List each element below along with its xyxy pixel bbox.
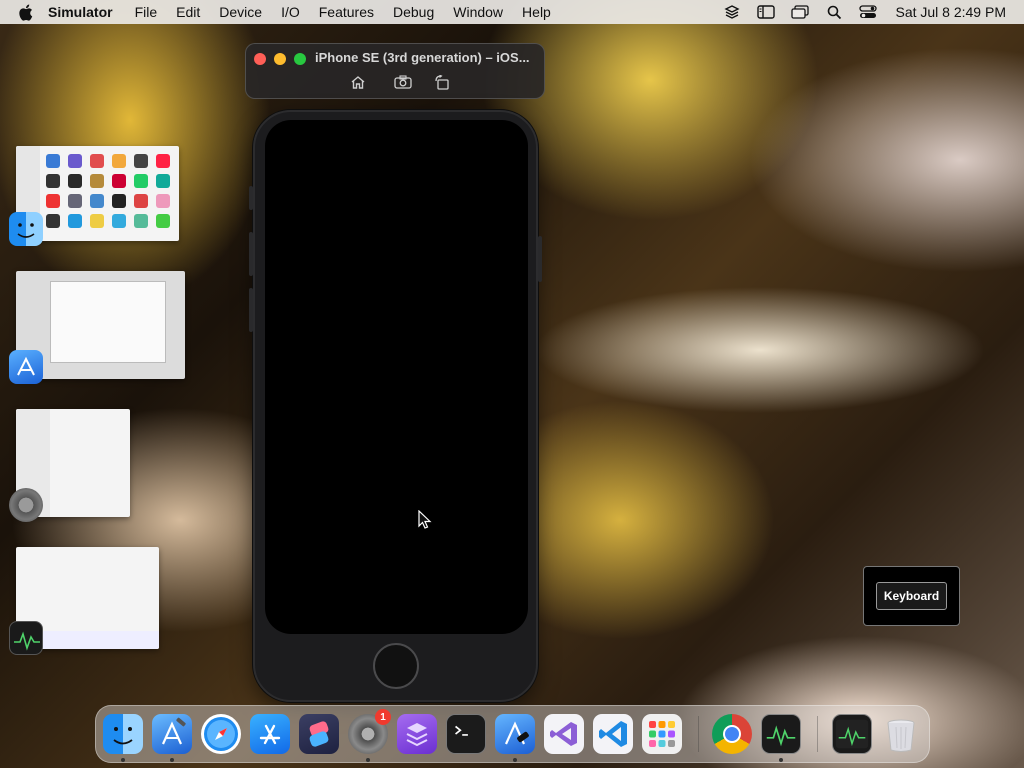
app-grid bbox=[46, 154, 172, 228]
volume-up-button[interactable] bbox=[249, 232, 253, 276]
simulator-title: iPhone SE (3rd generation) – iOS... bbox=[315, 50, 530, 65]
dock-app-store[interactable] bbox=[250, 714, 290, 754]
menu-clock[interactable]: Sat Jul 8 2:49 PM bbox=[895, 4, 1006, 20]
mouse-cursor-icon bbox=[418, 510, 432, 529]
power-button[interactable] bbox=[538, 236, 542, 282]
volume-down-button[interactable] bbox=[249, 288, 253, 332]
window-stack-icon[interactable] bbox=[791, 4, 810, 20]
close-button[interactable] bbox=[254, 53, 266, 65]
dock-running-dot bbox=[170, 758, 174, 762]
control-center-icon[interactable] bbox=[859, 4, 878, 20]
dock-simulator-app[interactable] bbox=[397, 714, 437, 754]
dock-terminal[interactable] bbox=[446, 714, 486, 754]
dock-shortcuts[interactable] bbox=[299, 714, 339, 754]
dock-activity-monitor-minimized[interactable] bbox=[832, 714, 872, 754]
iphone-device bbox=[249, 110, 542, 702]
dock-vscode[interactable] bbox=[593, 714, 633, 754]
menu-io[interactable]: I/O bbox=[281, 4, 300, 20]
sidebar-icon[interactable] bbox=[757, 4, 776, 20]
menu-window[interactable]: Window bbox=[453, 4, 503, 20]
dock-finder[interactable] bbox=[103, 714, 143, 754]
menu-edit[interactable]: Edit bbox=[176, 4, 200, 20]
menu-debug[interactable]: Debug bbox=[393, 4, 434, 20]
notification-badge: 1 bbox=[375, 709, 391, 725]
menu-device[interactable]: Device bbox=[219, 4, 262, 20]
xcode-dialog bbox=[50, 281, 166, 363]
dock-running-dot bbox=[513, 758, 517, 762]
menu-help[interactable]: Help bbox=[522, 4, 551, 20]
dock-google-chrome[interactable] bbox=[712, 714, 752, 754]
stacks-icon[interactable] bbox=[723, 4, 741, 20]
dock-separator bbox=[817, 716, 818, 752]
finder-icon[interactable] bbox=[9, 212, 43, 246]
dock-safari[interactable] bbox=[201, 714, 241, 754]
menu-features[interactable]: Features bbox=[319, 4, 374, 20]
dock-trash[interactable] bbox=[881, 714, 921, 754]
menu-extras: Sat Jul 8 2:49 PM bbox=[723, 4, 1014, 20]
simulator-window-toolbar[interactable]: iPhone SE (3rd generation) – iOS... bbox=[245, 43, 545, 99]
system-settings-icon[interactable] bbox=[9, 488, 43, 522]
menu-bar: Simulator File Edit Device I/O Features … bbox=[0, 0, 1024, 24]
ringer-switch bbox=[249, 186, 253, 210]
activity-monitor-icon[interactable] bbox=[9, 621, 43, 655]
menu-file[interactable]: File bbox=[135, 4, 158, 20]
keyboard-button[interactable]: Keyboard bbox=[875, 582, 948, 610]
rotate-icon[interactable] bbox=[433, 74, 451, 90]
screenshot-icon[interactable] bbox=[394, 74, 412, 90]
dock: 1 bbox=[95, 705, 930, 763]
dock-visual-studio[interactable] bbox=[544, 714, 584, 754]
dock-xcode[interactable] bbox=[152, 714, 192, 754]
xcode-icon[interactable] bbox=[9, 350, 43, 384]
keyboard-overlay: Keyboard bbox=[863, 566, 960, 626]
device-screen[interactable] bbox=[265, 120, 528, 634]
dock-instruments[interactable] bbox=[495, 714, 535, 754]
device-home-button[interactable] bbox=[373, 643, 419, 689]
dock-running-dot bbox=[779, 758, 783, 762]
dock-activity-monitor[interactable] bbox=[761, 714, 801, 754]
home-icon[interactable] bbox=[349, 74, 367, 90]
minimize-button[interactable] bbox=[274, 53, 286, 65]
apple-menu-icon[interactable] bbox=[18, 4, 34, 21]
search-icon[interactable] bbox=[825, 4, 843, 20]
dock-launchpad[interactable] bbox=[642, 714, 682, 754]
menu-app-name[interactable]: Simulator bbox=[48, 4, 113, 20]
dock-running-dot bbox=[121, 758, 125, 762]
dock-running-dot bbox=[366, 758, 370, 762]
dock-separator bbox=[698, 716, 699, 752]
zoom-button[interactable] bbox=[294, 53, 306, 65]
